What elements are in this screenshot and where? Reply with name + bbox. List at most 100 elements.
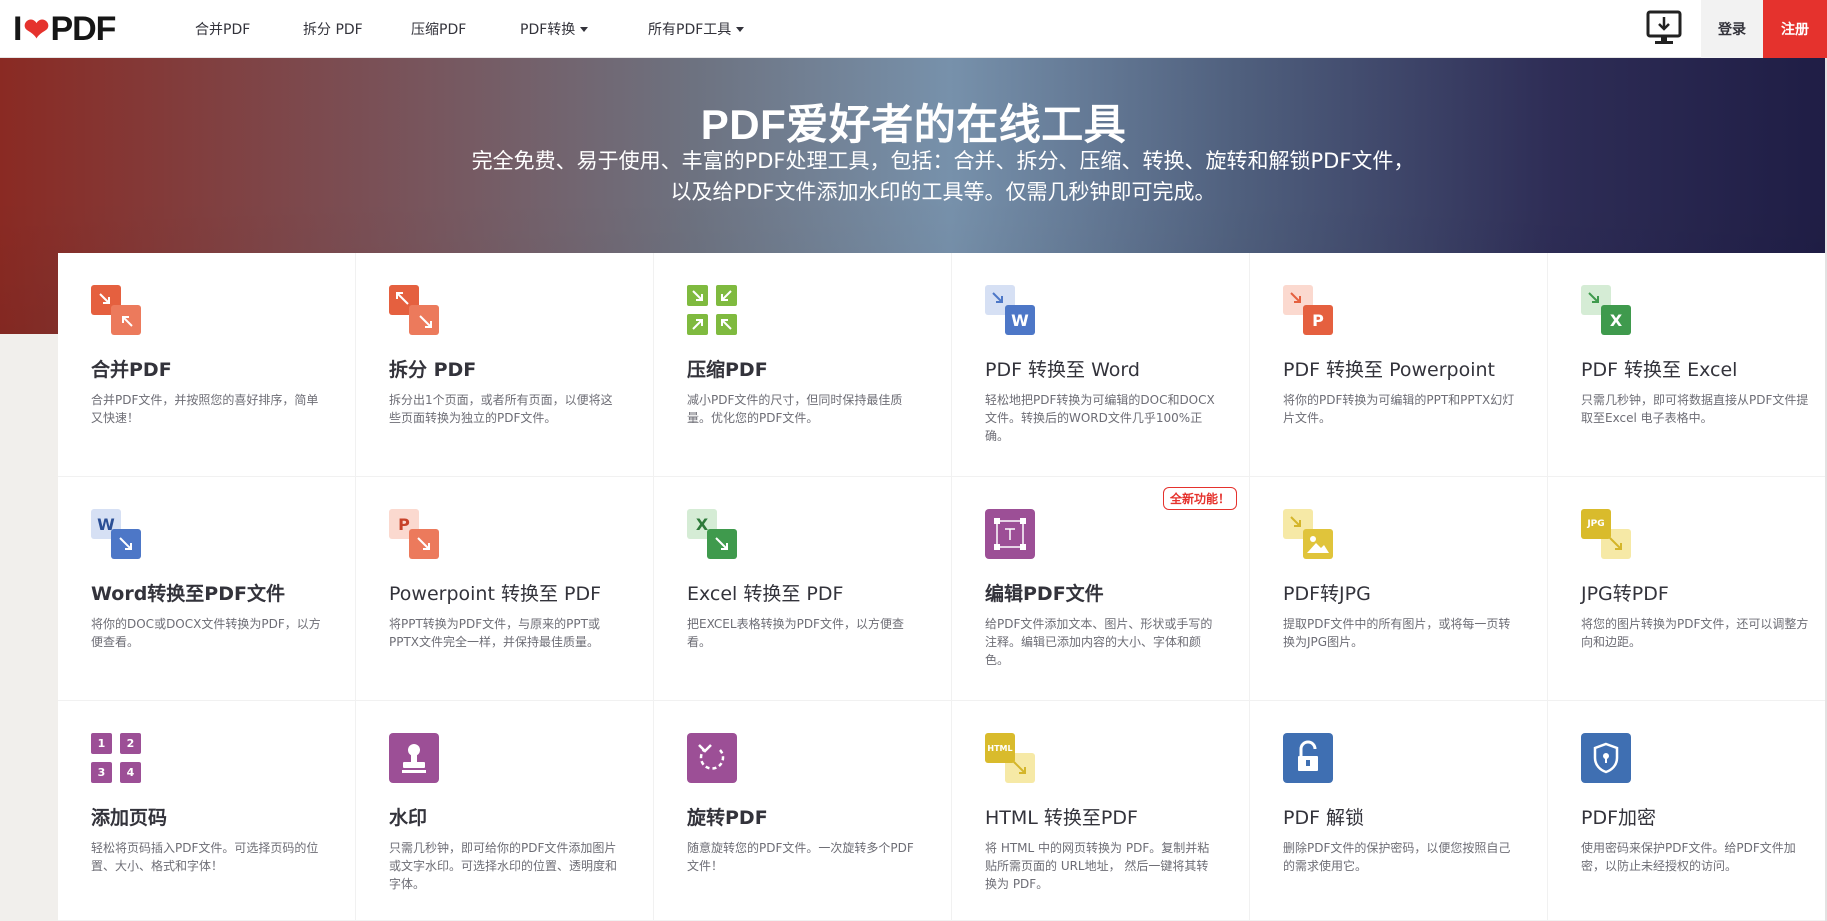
page-number-4: 4 [126, 766, 135, 779]
jpg-label: JPG [1587, 519, 1605, 529]
tool-card-powerpoint-to-pdf[interactable]: P Powerpoint 转换至 PDF 将PPT转换为PDF文件，与原来的PP… [356, 477, 654, 701]
hero-subtitle: 完全免费、易于使用、丰富的PDF处理工具，包括：合并、拆分、压缩、转换、旋转和解… [471, 149, 1415, 204]
nav-label: 拆分 PDF [303, 22, 363, 38]
excel-letter: X [1609, 310, 1623, 330]
nav-label: 所有PDF工具 [648, 22, 732, 38]
rotate-icon [687, 733, 737, 783]
tool-card-word-to-pdf[interactable]: W Word转换至PDF文件 将你的DOC或DOCX文件转换为PDF，以方便查看… [58, 477, 356, 701]
protect-icon [1581, 733, 1631, 783]
tool-card-unlock-pdf[interactable]: PDF 解锁 删除PDF文件的保护密码，以便您按照自己的需求使用它。 [1250, 701, 1548, 921]
tool-card-html-to-pdf[interactable]: HTML HTML 转换至PDF 将 HTML 中的网页转换为 PDF。复制并粘… [952, 701, 1250, 921]
tool-title: Powerpoint 转换至 PDF [389, 583, 601, 605]
unlock-icon [1283, 733, 1333, 783]
powerpoint-to-pdf-icon: P [389, 509, 439, 559]
tool-description: 轻松将页码插入PDF文件。可选择页码的位置、大小、格式和字体！ [91, 841, 319, 873]
tool-title: 添加页码 [91, 807, 168, 829]
tool-description: 将你的PDF转换为可编辑的PPT和PPTX幻灯片文件。 [1283, 393, 1515, 425]
edit-pdf-icon [985, 509, 1035, 559]
heart-icon: ❤ [23, 12, 49, 47]
tool-title: PDF加密 [1581, 807, 1657, 829]
tool-card-excel-to-pdf[interactable]: X Excel 转换至 PDF 把EXCEL表格转换为PDF文件，以方便查看。 [654, 477, 952, 701]
tool-card-watermark[interactable]: 水印 只需几秒钟，即可给你的PDF文件添加图片或文字水印。可选择水印的位置、透明… [356, 701, 654, 921]
tool-description: 合并PDF文件，并按照您的喜好排序，简单又快速！ [91, 393, 319, 425]
tool-description: 拆分出1个页面，或者所有页面，以便将这些页面转换为独立的PDF文件。 [389, 393, 613, 425]
nav-split-pdf[interactable]: 拆分 PDF [303, 0, 411, 58]
pdf-to-jpg-icon [1283, 509, 1333, 559]
caret-down-icon [580, 26, 589, 32]
tool-card-merge-pdf[interactable]: 合并PDF 合并PDF文件，并按照您的喜好排序，简单又快速！ [58, 253, 356, 477]
compress-icon [687, 285, 737, 335]
tool-card-edit-pdf[interactable]: 全新功能！ 编辑PDF文件 给PDF文件添加文本、图片、形状或手写的注释。编辑已… [952, 477, 1250, 701]
nav-label: 压缩PDF [411, 22, 467, 38]
tool-description: 只需几秒钟，即可给你的PDF文件添加图片或文字水印。可选择水印的位置、透明度和字… [389, 841, 618, 891]
tool-title: 水印 [389, 807, 428, 829]
tool-card-rotate-pdf[interactable]: 旋转PDF 随意旋转您的PDF文件。一次旋转多个PDF文件！ [654, 701, 952, 921]
tool-description: 给PDF文件添加文本、图片、形状或手写的注释。编辑已添加内容的大小、字体和颜色。 [985, 617, 1213, 667]
tool-description: 删除PDF文件的保护密码，以便您按照自己的需求使用它。 [1283, 841, 1511, 873]
pdf-to-powerpoint-icon: P [1283, 285, 1333, 335]
html-label: HTML [987, 743, 1013, 753]
tool-description: 将您的图片转换为PDF文件，还可以调整方向和边距。 [1581, 617, 1809, 649]
excel-to-pdf-icon: X [687, 509, 737, 559]
page-number-3: 3 [97, 766, 106, 779]
tool-title: Word转换至PDF文件 [91, 583, 285, 605]
tool-title: 合并PDF [91, 359, 172, 381]
tool-description: 把EXCEL表格转换为PDF文件，以方便查看。 [687, 617, 904, 649]
html-to-pdf-icon: HTML [985, 733, 1035, 783]
word-letter: W [97, 514, 115, 534]
nav-label: PDF转换 [520, 22, 576, 38]
tool-title: 压缩PDF [687, 359, 768, 381]
nav-pdf-convert[interactable]: PDF转换 [520, 0, 648, 58]
caret-down-icon [736, 26, 745, 32]
tool-title: Excel 转换至 PDF [687, 583, 844, 605]
tool-description: 将 HTML 中的网页转换为 PDF。复制并粘贴所需页面的 URL地址， 然后一… [985, 841, 1210, 891]
powerpoint-letter: P [398, 514, 410, 534]
top-navbar: I ❤ PDF 合并PDF 拆分 PDF 压缩PDF PDF转换 所有PDF工具… [0, 0, 1827, 58]
page-number-2: 2 [126, 737, 135, 750]
tools-grid: 合并PDF 合并PDF文件，并按照您的喜好排序，简单又快速！ 拆分 PDF 拆分… [58, 253, 1827, 921]
tool-description: 随意旋转您的PDF文件。一次旋转多个PDF文件！ [687, 841, 914, 873]
tool-title: PDF 解锁 [1283, 807, 1365, 829]
tool-description: 使用密码来保护PDF文件。给PDF文件加密，以防止未经授权的访问。 [1581, 841, 1796, 873]
tool-card-pdf-to-word[interactable]: W PDF 转换至 Word 轻松地把PDF转换为可编辑的DOC和DOCX文件。… [952, 253, 1250, 477]
desktop-app-button[interactable] [1640, 8, 1686, 48]
word-to-pdf-icon: W [91, 509, 141, 559]
watermark-icon [389, 733, 439, 783]
hero-title: PDF爱好者的在线工具 [700, 101, 1127, 148]
powerpoint-letter: P [1312, 310, 1324, 330]
tool-title: HTML 转换至PDF [985, 807, 1138, 829]
tool-card-pdf-to-excel[interactable]: X PDF 转换至 Excel 只需几秒钟，即可将数据直接从PDF文件提取至Ex… [1548, 253, 1827, 477]
tool-card-split-pdf[interactable]: 拆分 PDF 拆分出1个页面，或者所有页面，以便将这些页面转换为独立的PDF文件… [356, 253, 654, 477]
tool-title: JPG转PDF [1581, 583, 1669, 605]
login-button[interactable]: 登录 [1701, 0, 1763, 58]
tool-description: 减小PDF文件的尺寸，但同时保持最佳质量。优化您的PDF文件。 [687, 393, 903, 425]
excel-letter: X [695, 514, 709, 534]
new-feature-badge: 全新功能！ [1162, 487, 1237, 510]
tool-card-jpg-to-pdf[interactable]: JPG JPG转PDF 将您的图片转换为PDF文件，还可以调整方向和边距。 [1548, 477, 1827, 701]
tool-title: PDF转JPG [1283, 583, 1371, 605]
tool-card-pdf-to-powerpoint[interactable]: P PDF 转换至 Powerpoint 将你的PDF转换为可编辑的PPT和PP… [1250, 253, 1548, 477]
nav-merge-pdf[interactable]: 合并PDF [195, 0, 303, 58]
tool-title: PDF 转换至 Excel [1581, 359, 1738, 381]
tool-card-pdf-to-jpg[interactable]: PDF转JPG 提取PDF文件中的所有图片，或将每一页转换为JPG图片。 [1250, 477, 1548, 701]
pdf-to-excel-icon: X [1581, 285, 1631, 335]
tool-description: 提取PDF文件中的所有图片，或将每一页转换为JPG图片。 [1283, 617, 1511, 649]
tool-description: 轻松地把PDF转换为可编辑的DOC和DOCX文件。转换后的WORD文件几乎100… [985, 393, 1215, 443]
tool-title: PDF 转换至 Powerpoint [1283, 359, 1495, 381]
nav-compress-pdf[interactable]: 压缩PDF [411, 0, 520, 58]
tool-card-protect-pdf[interactable]: PDF加密 使用密码来保护PDF文件。给PDF文件加密，以防止未经授权的访问。 [1548, 701, 1827, 921]
tool-title: 拆分 PDF [389, 359, 477, 381]
nav-label: 合并PDF [195, 22, 251, 38]
nav-all-pdf-tools[interactable]: 所有PDF工具 [648, 0, 768, 58]
jpg-to-pdf-icon: JPG [1581, 509, 1631, 559]
merge-icon [91, 285, 141, 335]
logo-text-pdf: PDF [50, 9, 116, 48]
signup-button[interactable]: 注册 [1763, 0, 1827, 58]
tool-card-compress-pdf[interactable]: 压缩PDF 减小PDF文件的尺寸，但同时保持最佳质量。优化您的PDF文件。 [654, 253, 952, 477]
tool-title: PDF 转换至 Word [985, 359, 1140, 381]
tool-card-page-numbers[interactable]: 1 2 3 4 添加页码 轻松将页码插入PDF文件。可选择页码的位置、大小、格式… [58, 701, 356, 921]
logo-text-i: I [13, 9, 23, 48]
page-numbers-icon: 1 2 3 4 [91, 733, 141, 783]
tool-title: 编辑PDF文件 [985, 583, 1104, 605]
ilovepdf-logo[interactable]: I ❤ PDF [13, 9, 116, 48]
